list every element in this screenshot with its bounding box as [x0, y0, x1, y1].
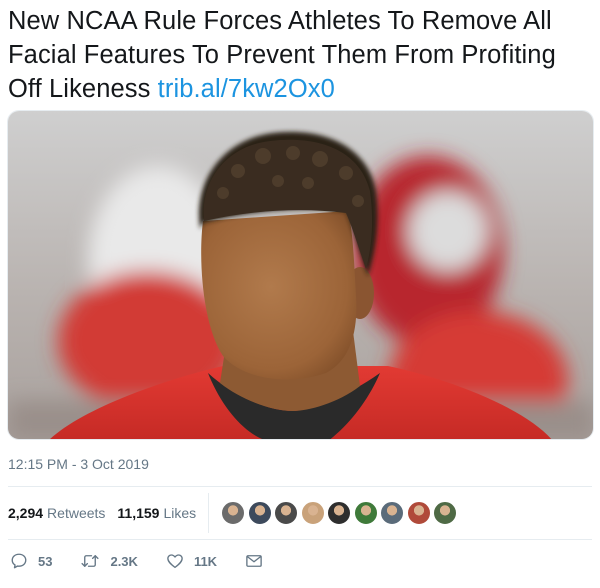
liker-avatar[interactable] — [406, 501, 431, 525]
likes-label: Likes — [163, 505, 197, 521]
liker-avatar[interactable] — [247, 501, 272, 525]
like-count: 11K — [193, 553, 218, 569]
liker-avatar[interactable] — [300, 501, 325, 525]
divider-bottom — [8, 539, 592, 540]
tweet-text: New NCAA Rule Forces Athletes To Remove … — [8, 4, 593, 106]
retweets-count: 2,294 — [8, 505, 44, 521]
tweet-link[interactable]: trib.al/7kw2Ox0 — [158, 75, 335, 103]
reply-button[interactable]: 53 — [10, 552, 52, 570]
stats-separator — [208, 493, 210, 533]
tweet-timestamp[interactable]: 12:15 PM - 3 Oct 2019 — [8, 456, 149, 472]
liker-avatar[interactable] — [353, 501, 378, 525]
liker-avatar[interactable] — [221, 501, 246, 525]
tweet-image[interactable] — [7, 110, 594, 440]
like-button[interactable]: 11K — [166, 552, 217, 570]
liker-avatar[interactable] — [274, 501, 299, 525]
direct-message-button[interactable] — [245, 552, 273, 570]
liker-avatar[interactable] — [327, 501, 352, 525]
reply-count: 53 — [38, 553, 53, 569]
retweet-count: 2.3K — [110, 553, 138, 569]
divider-top — [8, 486, 592, 487]
retweet-icon — [81, 555, 100, 567]
liker-avatars — [221, 501, 460, 525]
retweets-label: Retweets — [47, 505, 106, 521]
faceless-athlete-photo — [8, 111, 593, 439]
likes-stat[interactable]: 11,159 Likes — [117, 505, 196, 521]
engagement-stats: 2,294 Retweets 11,159 Likes — [8, 493, 460, 533]
liker-avatar[interactable] — [380, 501, 405, 525]
tweet-actions: 53 2.3K 11K — [10, 552, 301, 570]
retweets-stat[interactable]: 2,294 Retweets — [8, 505, 105, 521]
reply-icon — [11, 553, 27, 569]
heart-icon — [167, 554, 183, 569]
retweet-button[interactable]: 2.3K — [80, 552, 138, 570]
likes-count: 11,159 — [117, 505, 160, 521]
liker-avatar[interactable] — [433, 501, 458, 525]
envelope-icon — [246, 555, 262, 567]
